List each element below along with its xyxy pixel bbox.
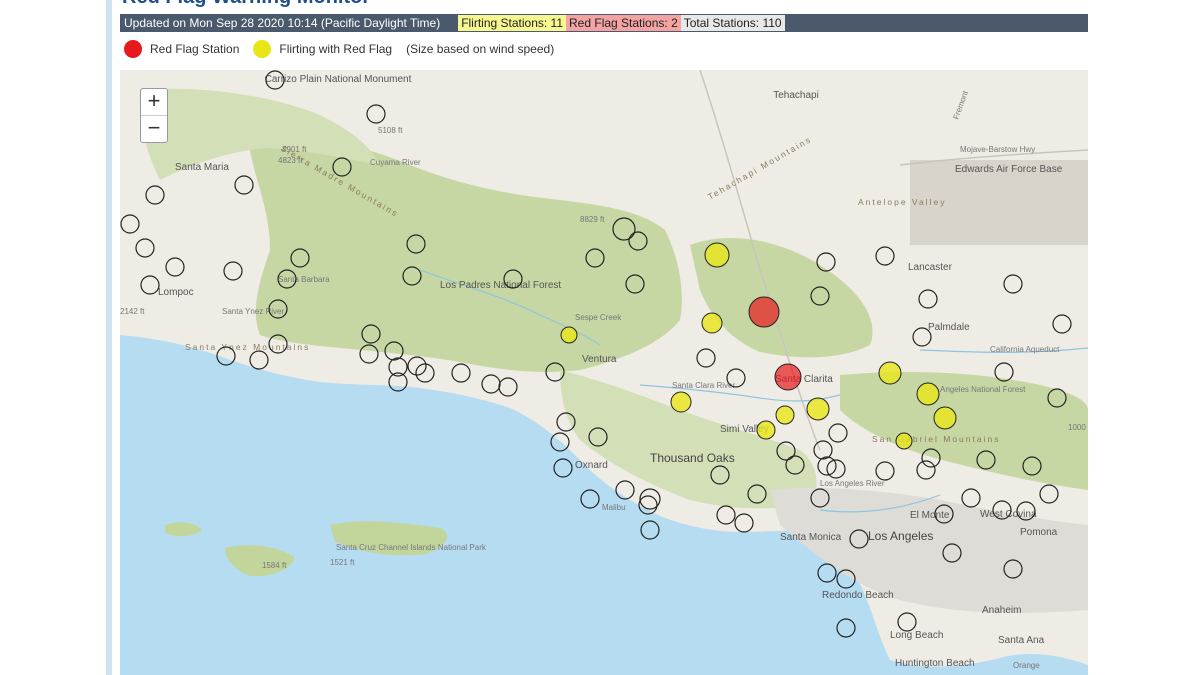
- legend-note: (Size based on wind speed): [406, 42, 555, 56]
- elev-label-2: 4901 ft: [282, 145, 307, 154]
- label-mojave-hwy: Mojave-Barstow Hwy: [960, 145, 1035, 154]
- station-flirting[interactable]: [701, 312, 723, 334]
- elev-label-8: 1000: [1068, 423, 1086, 432]
- elev-label-6: 1584 ft: [262, 561, 287, 570]
- zoom-control: + −: [140, 88, 168, 143]
- zoom-out-button[interactable]: −: [141, 115, 167, 142]
- station-flirting[interactable]: [704, 242, 730, 268]
- label-channel-islands: Santa Cruz Channel Islands National Park: [336, 543, 487, 552]
- label-oxnard: Oxnard: [575, 460, 608, 471]
- label-anaheim: Anaheim: [982, 605, 1021, 616]
- label-thousand-oaks: Thousand Oaks: [650, 451, 735, 465]
- station-flirting[interactable]: [775, 405, 795, 425]
- page-title-cropped: Red Flag Warning Monitor: [122, 0, 422, 7]
- label-santa-monica: Santa Monica: [780, 532, 842, 543]
- label-long-beach: Long Beach: [890, 630, 943, 641]
- label-los-angeles: Los Angeles: [868, 529, 933, 543]
- label-angeles-forest: Angeles National Forest: [940, 385, 1026, 394]
- label-ventura: Ventura: [582, 354, 617, 365]
- legend-flirting: Flirting with Red Flag: [253, 40, 392, 58]
- station-red-flag[interactable]: [774, 363, 802, 391]
- label-santa-barbara: Santa Barbara: [278, 275, 330, 284]
- station-flirting[interactable]: [933, 406, 957, 430]
- label-orange: Orange: [1013, 661, 1040, 670]
- label-west-covina: West Covina: [980, 509, 1037, 520]
- station-flirting[interactable]: [560, 326, 578, 344]
- label-santa-clara-river: Santa Clara River: [672, 381, 735, 390]
- label-malibu: Malibu: [602, 503, 626, 512]
- label-carrizo: Carrizo Plain National Monument: [265, 74, 412, 85]
- label-redondo-beach: Redondo Beach: [822, 590, 894, 601]
- station-red-flag[interactable]: [748, 296, 780, 328]
- label-los-padres: Los Padres National Forest: [440, 280, 561, 291]
- label-santa-ynez-mtns: Santa Ynez Mountains: [185, 342, 310, 352]
- label-santa-ynez-river: Santa Ynez River: [222, 307, 284, 316]
- label-palmdale: Palmdale: [928, 322, 970, 333]
- zoom-in-button[interactable]: +: [141, 89, 167, 115]
- label-san-gabriel-mtns: San Gabriel Mountains: [872, 434, 1000, 444]
- elev-label-1: 5108 ft: [378, 126, 403, 135]
- station-flirting[interactable]: [878, 361, 902, 385]
- page-left-border: [106, 0, 112, 675]
- total-count-badge: Total Stations: 110: [680, 15, 785, 31]
- elev-label-5: 2142 ft: [120, 307, 145, 316]
- label-santa-ana: Santa Ana: [998, 635, 1045, 646]
- red-dot-icon: [124, 40, 142, 58]
- label-tehachapi: Tehachapi: [773, 90, 819, 101]
- station-flirting[interactable]: [670, 391, 692, 413]
- label-la-river: Los Angeles River: [820, 479, 885, 488]
- elev-label-7: 1521 ft: [330, 558, 355, 567]
- label-santa-maria: Santa Maria: [175, 162, 229, 173]
- elev-label-4: 8829 ft: [580, 215, 605, 224]
- station-flirting[interactable]: [756, 420, 776, 440]
- label-aqueduct: California Aqueduct: [990, 345, 1060, 354]
- status-bar: Updated on Mon Sep 28 2020 10:14 (Pacifi…: [120, 14, 1088, 32]
- label-huntington-beach: Huntington Beach: [895, 658, 975, 669]
- last-updated-text: Updated on Mon Sep 28 2020 10:14 (Pacifi…: [124, 16, 441, 30]
- label-pomona: Pomona: [1020, 527, 1058, 538]
- legend-red-label: Red Flag Station: [150, 42, 240, 56]
- station-flirting[interactable]: [806, 397, 830, 421]
- label-lompoc: Lompoc: [158, 287, 194, 298]
- label-el-monte: El Monte: [910, 510, 950, 521]
- basemap: Carrizo Plain National Monument Tehachap…: [120, 70, 1088, 675]
- legend-yellow-label: Flirting with Red Flag: [279, 42, 393, 56]
- label-cuyama-river: Cuyama River: [370, 158, 421, 167]
- station-flirting[interactable]: [895, 432, 913, 450]
- label-edwards: Edwards Air Force Base: [955, 164, 1063, 175]
- legend-red-flag: Red Flag Station: [124, 40, 239, 58]
- station-flirting[interactable]: [916, 382, 940, 406]
- flirting-count-badge: Flirting Stations: 11: [458, 15, 567, 31]
- red-flag-count-badge: Red Flag Stations: 2: [566, 15, 681, 31]
- label-sespe-creek: Sespe Creek: [575, 313, 622, 322]
- label-lancaster: Lancaster: [908, 262, 953, 273]
- label-antelope-valley: Antelope Valley: [858, 197, 946, 207]
- yellow-dot-icon: [253, 40, 272, 58]
- map-canvas[interactable]: Carrizo Plain National Monument Tehachap…: [120, 70, 1088, 675]
- map-legend: Red Flag Station Flirting with Red Flag …: [124, 38, 554, 60]
- elev-label-3: 4823 ft: [278, 156, 303, 165]
